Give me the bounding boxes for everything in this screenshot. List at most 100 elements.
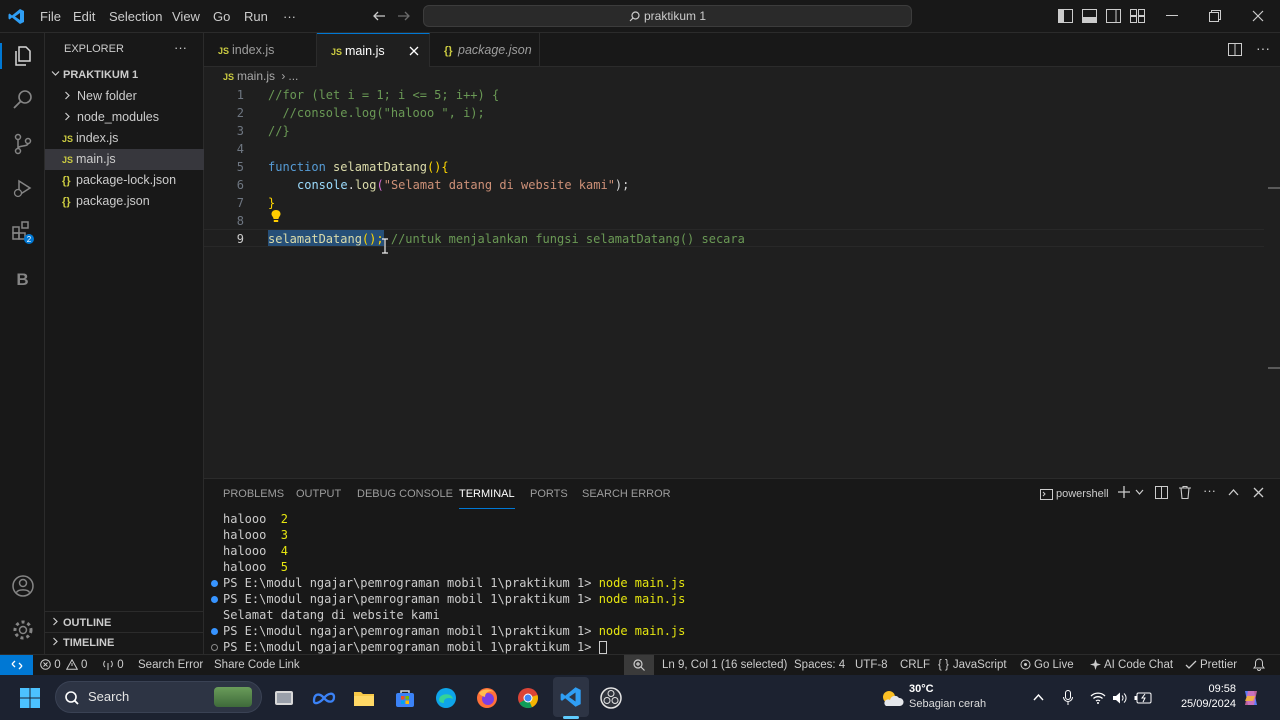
volume-icon[interactable] xyxy=(1110,675,1130,720)
project-folder-header[interactable]: PRAKTIKUM 1 xyxy=(45,65,204,86)
go-live-button[interactable]: Go Live xyxy=(1020,655,1074,676)
menu-run[interactable]: Run xyxy=(244,0,268,33)
cursor-position[interactable]: Ln 9, Col 1 (16 selected) xyxy=(662,655,787,676)
accounts-icon[interactable] xyxy=(0,564,45,608)
editor-more-icon[interactable]: ··· xyxy=(1256,40,1270,56)
chrome-icon[interactable] xyxy=(512,675,544,720)
sidebar-item-main-js[interactable]: JS main.js xyxy=(45,149,204,170)
breadcrumb-symbol[interactable]: ... xyxy=(288,69,298,83)
weather-icon[interactable] xyxy=(878,675,906,720)
outline-section[interactable]: OUTLINE xyxy=(45,613,204,634)
lightbulb-icon[interactable] xyxy=(270,209,282,223)
line-ending[interactable]: CRLF xyxy=(900,655,930,676)
maximize-icon[interactable] xyxy=(1209,10,1221,22)
copilot-icon[interactable] xyxy=(1238,675,1264,720)
manage-gear-icon[interactable] xyxy=(0,608,45,652)
indentation[interactable]: Spaces: 4 xyxy=(794,655,845,676)
share-code-link[interactable]: Share Code Link xyxy=(214,655,300,676)
split-terminal-icon[interactable] xyxy=(1155,486,1168,499)
task-view-icon[interactable] xyxy=(268,675,300,720)
menu-go[interactable]: Go xyxy=(213,0,230,33)
chevron-down-icon[interactable] xyxy=(1135,489,1144,496)
customize-layout-icon[interactable] xyxy=(1130,9,1145,23)
breadcrumb-file[interactable]: main.js xyxy=(237,69,275,83)
ports-status[interactable]: 0 xyxy=(102,655,124,676)
search-error-status[interactable]: Search Error xyxy=(138,655,203,676)
tab-index-js[interactable]: JS index.js xyxy=(204,33,317,67)
command-success-dot-icon[interactable] xyxy=(211,580,218,587)
new-terminal-icon[interactable] xyxy=(1118,486,1130,498)
zoom-icon[interactable] xyxy=(624,655,654,676)
clock-date[interactable]: 25/09/2024 xyxy=(1166,698,1236,710)
obs-studio-icon[interactable] xyxy=(595,675,627,720)
search-view-icon[interactable] xyxy=(0,78,45,122)
tab-debug-console[interactable]: DEBUG CONSOLE xyxy=(357,479,453,509)
toggle-panel-icon[interactable] xyxy=(1082,9,1097,23)
run-debug-icon[interactable] xyxy=(0,166,45,210)
menu-selection[interactable]: Selection xyxy=(109,0,162,33)
command-success-dot-icon[interactable] xyxy=(211,596,218,603)
tab-search-error[interactable]: SEARCH ERROR xyxy=(582,479,671,509)
edge-browser-icon[interactable] xyxy=(430,675,462,720)
command-center-search[interactable]: praktikum 1 xyxy=(423,5,912,27)
source-control-icon[interactable] xyxy=(0,122,45,166)
ai-code-chat-button[interactable]: AI Code Chat xyxy=(1090,655,1173,676)
back-arrow-icon[interactable] xyxy=(372,9,386,23)
tab-ports[interactable]: PORTS xyxy=(530,479,568,509)
remote-indicator-icon[interactable] xyxy=(0,655,33,676)
explorer-more-button[interactable]: ··· xyxy=(174,33,187,66)
sidebar-item-node-modules[interactable]: node_modules xyxy=(45,107,204,128)
scrollbar-marker[interactable] xyxy=(1268,187,1280,189)
firefox-icon[interactable] xyxy=(471,675,503,720)
problems-status[interactable]: 0 0 xyxy=(40,655,87,676)
scrollbar-marker[interactable] xyxy=(1268,367,1280,369)
terminal-shell-selector[interactable]: powershell xyxy=(1040,487,1109,501)
show-hidden-icons-chevron-icon[interactable] xyxy=(1029,675,1047,720)
meta-app-icon[interactable] xyxy=(308,675,340,720)
battery-icon[interactable] xyxy=(1133,675,1153,720)
clock-time[interactable]: 09:58 xyxy=(1196,683,1236,695)
minimize-icon[interactable] xyxy=(1166,15,1178,17)
maximize-panel-icon[interactable] xyxy=(1228,488,1239,496)
tab-package-json[interactable]: {} package.json xyxy=(430,33,540,67)
timeline-section[interactable]: TIMELINE xyxy=(45,633,204,654)
taskbar-search-box[interactable]: Search xyxy=(55,681,262,713)
explorer-icon[interactable] xyxy=(0,34,45,78)
tab-output[interactable]: OUTPUT xyxy=(296,479,341,509)
b-extension-icon[interactable]: B xyxy=(0,258,45,302)
tab-problems[interactable]: PROBLEMS xyxy=(223,479,284,509)
notifications-bell-icon[interactable] xyxy=(1253,655,1265,676)
encoding[interactable]: UTF-8 xyxy=(855,655,888,676)
sidebar-item-package-lock-json[interactable]: {} package-lock.json xyxy=(45,170,204,191)
tab-main-js[interactable]: JS main.js xyxy=(317,33,430,68)
sidebar-item-index-js[interactable]: JS index.js xyxy=(45,128,204,149)
file-explorer-icon[interactable] xyxy=(348,675,380,720)
extensions-icon[interactable]: 2 xyxy=(0,210,45,254)
toggle-secondary-sidebar-icon[interactable] xyxy=(1106,9,1121,23)
vscode-taskbar-icon[interactable] xyxy=(553,677,589,717)
wifi-icon[interactable] xyxy=(1088,675,1108,720)
command-pending-dot-icon[interactable] xyxy=(211,644,218,651)
trash-icon[interactable] xyxy=(1179,486,1191,499)
menu-edit[interactable]: Edit xyxy=(73,0,95,33)
menu-view[interactable]: View xyxy=(172,0,200,33)
tab-terminal[interactable]: TERMINAL xyxy=(459,479,515,509)
sidebar-item-new-folder[interactable]: New folder xyxy=(45,86,204,107)
sidebar-item-package-json[interactable]: {} package.json xyxy=(45,191,204,212)
menu-file[interactable]: File xyxy=(40,0,61,33)
close-tab-icon[interactable] xyxy=(409,46,419,56)
menu-more[interactable]: ··· xyxy=(283,0,296,33)
panel-more-icon[interactable]: ··· xyxy=(1203,483,1216,498)
forward-arrow-icon[interactable] xyxy=(397,9,411,23)
prettier-status[interactable]: Prettier xyxy=(1185,655,1237,676)
language-mode[interactable]: { } JavaScript xyxy=(938,655,1007,676)
close-window-icon[interactable] xyxy=(1252,10,1264,22)
windows-start-icon[interactable] xyxy=(12,675,48,720)
microphone-icon[interactable] xyxy=(1059,675,1077,720)
split-editor-icon[interactable] xyxy=(1228,43,1242,56)
code-editor[interactable]: JS main.js ›... 1 2 3 4 5 6 7 8 9 //for (… xyxy=(204,67,1280,477)
toggle-sidebar-icon[interactable] xyxy=(1058,9,1073,23)
microsoft-store-icon[interactable] xyxy=(389,675,421,720)
close-panel-icon[interactable] xyxy=(1253,487,1264,498)
command-success-dot-icon[interactable] xyxy=(211,628,218,635)
